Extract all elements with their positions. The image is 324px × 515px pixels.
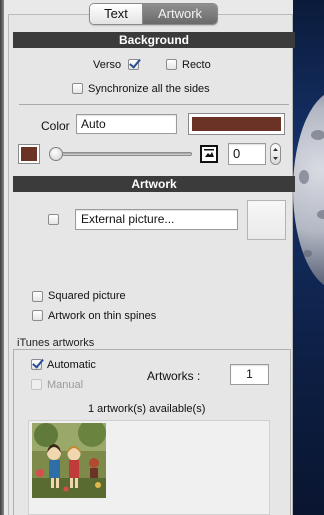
artwork-section-header: Artwork [13, 176, 295, 192]
background-divider [19, 104, 289, 105]
synchronize-sides-label: Synchronize all the sides [88, 83, 210, 95]
synchronize-sides-checkbox[interactable] [72, 83, 83, 94]
external-picture-checkbox[interactable] [48, 214, 59, 225]
tab-artwork[interactable]: Artwork [143, 4, 217, 24]
artworks-count-label: Artworks : [147, 369, 201, 383]
number-stepper[interactable] [270, 143, 281, 165]
background-section-header: Background [13, 32, 295, 48]
opacity-slider-track[interactable] [52, 152, 192, 156]
moon-image [293, 90, 324, 290]
small-color-well[interactable] [18, 144, 40, 164]
tab-bar: Text Artwork [89, 3, 218, 25]
opacity-slider-knob[interactable] [49, 147, 63, 161]
thin-spines-checkbox[interactable] [32, 310, 43, 321]
itunes-artworks-title: iTunes artworks [17, 337, 98, 349]
external-picture-preview[interactable] [247, 200, 286, 240]
verso-checkbox[interactable] [128, 59, 139, 70]
automatic-checkbox[interactable] [31, 359, 42, 370]
inspector-panel: Text Artwork Background Verso Recto Sync… [4, 0, 295, 515]
squared-picture-label: Squared picture [48, 290, 126, 302]
verso-label: Verso [93, 59, 122, 71]
small-color-swatch [21, 147, 37, 161]
artworks-available-text: 1 artwork(s) available(s) [88, 403, 206, 415]
manual-label: Manual [47, 379, 84, 391]
background-color-swatch [192, 117, 281, 131]
background-color-well[interactable] [188, 113, 285, 135]
picture-frame-icon[interactable] [200, 145, 218, 163]
artworks-count-field[interactable]: 1 [230, 364, 269, 385]
squared-picture-checkbox[interactable] [32, 291, 43, 302]
external-picture-field[interactable]: External picture... [75, 209, 238, 230]
color-mode-field[interactable]: Auto [76, 114, 177, 134]
album-artwork-thumbnail[interactable] [32, 423, 106, 498]
number-field[interactable]: 0 [228, 143, 266, 165]
thin-spines-label: Artwork on thin spines [48, 310, 157, 322]
desktop-background [293, 0, 324, 515]
color-label: Color [41, 119, 70, 133]
recto-checkbox[interactable] [166, 59, 177, 70]
artwork-list[interactable] [28, 420, 270, 515]
manual-checkbox[interactable] [31, 379, 42, 390]
recto-label: Recto [182, 59, 211, 71]
automatic-label: Automatic [47, 359, 96, 371]
tab-text[interactable]: Text [90, 4, 143, 24]
